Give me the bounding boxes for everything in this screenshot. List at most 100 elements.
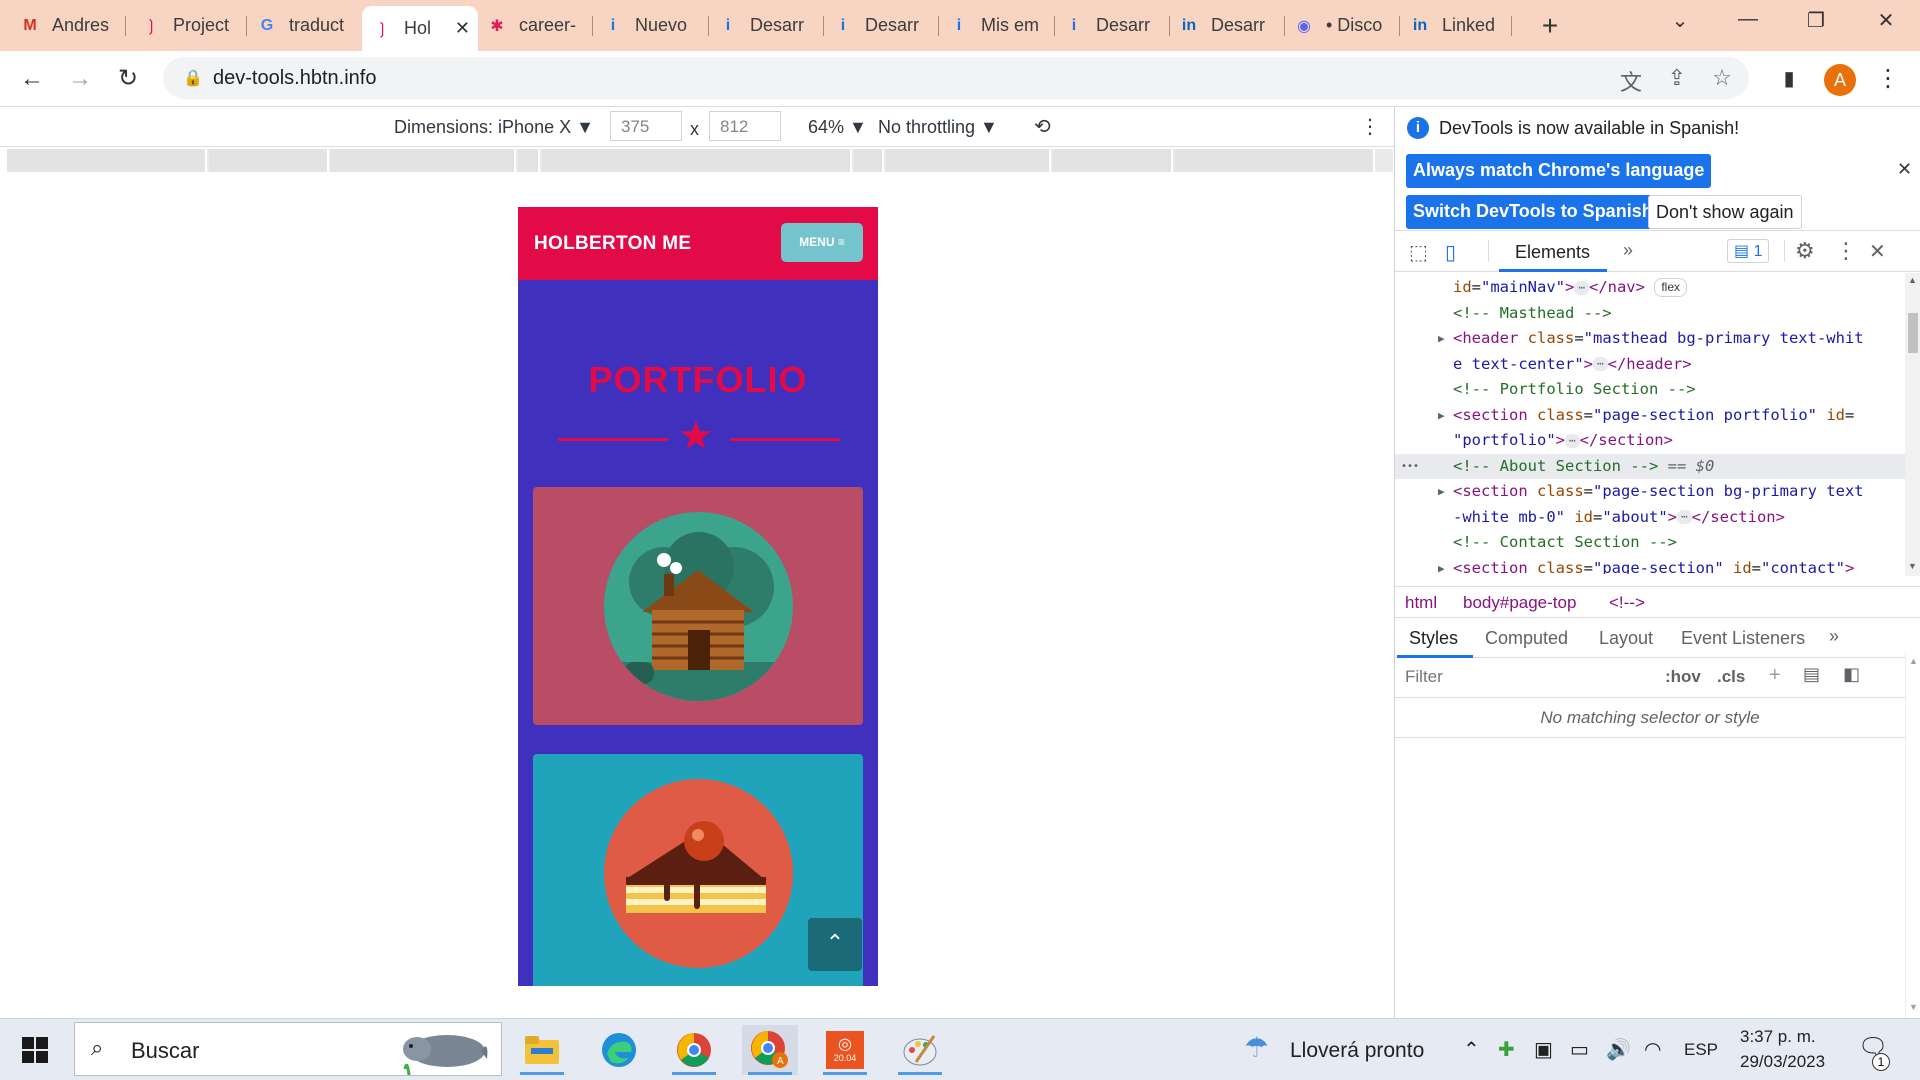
dont-show-again-button[interactable]: Don't show again xyxy=(1648,195,1802,229)
restore-button[interactable]: ❐ xyxy=(1796,8,1836,33)
tab-4[interactable]: ✱ career- xyxy=(477,8,593,43)
always-match-language-button[interactable]: Always match Chrome's language xyxy=(1406,154,1712,188)
infobar-close-icon[interactable]: ✕ xyxy=(1897,159,1912,180)
switch-to-spanish-button[interactable]: Switch DevTools to Spanish xyxy=(1406,195,1660,229)
dom-node-line[interactable]: ▶ <section class="page-section" id="conta… xyxy=(1395,556,1905,575)
dom-node-line[interactable]: ▶ <section class="page-section portfolio"… xyxy=(1395,403,1905,428)
dom-node-line[interactable]: <!-- Masthead --> xyxy=(1395,301,1905,326)
bookmark-star-icon[interactable]: ☆ xyxy=(1708,65,1736,91)
dom-node-line[interactable]: ▶ <header class="masthead bg-primary text… xyxy=(1395,326,1905,351)
windows-start-icon[interactable] xyxy=(22,1037,48,1068)
new-rule-icon[interactable]: + xyxy=(1769,664,1781,687)
tab-2[interactable]: Gtraduct xyxy=(247,8,363,43)
cls-toggle[interactable]: .cls xyxy=(1717,667,1745,687)
tab-1[interactable]: ❳ Project xyxy=(131,8,247,43)
hov-toggle[interactable]: :hov xyxy=(1665,667,1701,687)
weather-rain-icon[interactable]: ☂ xyxy=(1244,1031,1269,1064)
chrome-menu-icon[interactable]: ⋮ xyxy=(1872,63,1904,95)
tab-layout[interactable]: Layout xyxy=(1599,628,1653,649)
dom-scrollbar[interactable]: ▲ ▼ xyxy=(1905,273,1920,576)
tab-5[interactable]: i Nuevo xyxy=(593,8,709,43)
tab-close-icon[interactable]: ✕ xyxy=(455,18,470,39)
chrome-icon[interactable] xyxy=(666,1025,722,1075)
tab-9[interactable]: i Desarr xyxy=(1054,8,1170,43)
paint-brush-icon[interactable]: ▤ xyxy=(1803,664,1820,685)
new-tab-button[interactable]: + xyxy=(1535,10,1565,42)
collapsed-content-ellipsis[interactable]: ⋯ xyxy=(1593,357,1608,371)
edge-icon[interactable] xyxy=(591,1025,647,1075)
media-query-ruler[interactable] xyxy=(7,149,1393,172)
close-devtools-icon[interactable]: ✕ xyxy=(1869,239,1886,264)
styles-scrollbar[interactable]: ▲ ▼ xyxy=(1905,652,1920,1018)
breadcrumb-html[interactable]: html xyxy=(1405,593,1437,613)
dom-node-line[interactable]: ▶ <section class="page-section bg-primary… xyxy=(1395,479,1905,504)
back-button[interactable]: ← xyxy=(16,63,48,95)
side-panel-icon[interactable]: ▮ xyxy=(1773,63,1805,95)
breadcrumb-body[interactable]: body#page-top xyxy=(1463,593,1576,613)
device-dimensions-select[interactable]: Dimensions: iPhone X ▼ xyxy=(394,117,594,138)
device-more-icon[interactable]: ⋮ xyxy=(1360,114,1380,139)
devtools-more-icon[interactable]: ⋮ xyxy=(1835,238,1857,264)
chrome-profile-icon[interactable]: A xyxy=(742,1025,798,1075)
tab-styles[interactable]: Styles xyxy=(1409,628,1458,649)
dom-node-line[interactable]: -white mb-0" id="about"> ⋯ </section> xyxy=(1395,505,1905,530)
dom-node-line[interactable]: <!-- Contact Section --> xyxy=(1395,530,1905,555)
taskbar-search[interactable]: ⌕ Buscar xyxy=(74,1022,502,1076)
tab-event-listeners[interactable]: Event Listeners xyxy=(1681,628,1805,649)
throttling-select[interactable]: No throttling ▼ xyxy=(878,117,998,138)
battery-icon[interactable]: ▭ xyxy=(1570,1037,1589,1062)
dom-node-line[interactable]: "portfolio"> ⋯ </section> xyxy=(1395,428,1905,453)
zoom-select[interactable]: 64% ▼ xyxy=(808,117,867,138)
more-style-tabs-icon[interactable]: » xyxy=(1829,626,1839,647)
volume-icon[interactable]: 🔊 xyxy=(1606,1037,1631,1062)
collapsed-content-ellipsis[interactable]: ⋯ xyxy=(1574,280,1589,295)
styles-filter-input[interactable] xyxy=(1399,663,1603,691)
tab-elements[interactable]: Elements xyxy=(1515,242,1590,263)
device-height-input[interactable]: 812 xyxy=(709,111,781,141)
node-actions-icon[interactable]: ••• xyxy=(1401,454,1419,479)
tab-computed[interactable]: Computed xyxy=(1485,628,1568,649)
tab-10[interactable]: in Desarr xyxy=(1169,8,1285,43)
expand-triangle-icon[interactable]: ▶ xyxy=(1438,556,1445,575)
site-brand[interactable]: HOLBERTON ME xyxy=(534,233,691,255)
clock-time[interactable]: 3:37 p. m. xyxy=(1740,1027,1816,1047)
expand-triangle-icon[interactable]: ▶ xyxy=(1438,479,1445,504)
scroll-to-top-button[interactable]: ⌃ xyxy=(808,918,862,971)
close-window-button[interactable]: ✕ xyxy=(1866,8,1906,33)
settings-gear-icon[interactable]: ⚙ xyxy=(1795,238,1815,264)
tab-search-icon[interactable]: ⌄ xyxy=(1660,8,1700,33)
forward-button[interactable]: → xyxy=(64,63,96,95)
expand-triangle-icon[interactable]: ▶ xyxy=(1438,326,1445,351)
tray-network-card-icon[interactable]: ▣ xyxy=(1534,1037,1553,1062)
more-tabs-icon[interactable]: » xyxy=(1623,240,1633,261)
translate-icon[interactable]: 文 xyxy=(1617,65,1645,97)
dom-node-line[interactable]: id="mainNav"> ⋯ </nav> flex xyxy=(1395,275,1905,300)
tab-6[interactable]: i Desarr xyxy=(708,8,824,43)
tab-11[interactable]: ◉ • Disco xyxy=(1284,8,1400,43)
rotate-icon[interactable]: ⟲ xyxy=(1034,114,1051,139)
collapsed-content-ellipsis[interactable]: ⋯ xyxy=(1677,510,1692,524)
share-icon[interactable]: ⇪ xyxy=(1663,65,1691,91)
dom-node-line[interactable]: <!-- Portfolio Section --> xyxy=(1395,377,1905,402)
toggle-sidebar-icon[interactable]: ◧ xyxy=(1843,664,1860,685)
tab-0[interactable]: M Andres xyxy=(10,8,126,43)
profile-avatar[interactable]: A xyxy=(1824,64,1856,96)
reload-button[interactable]: ↻ xyxy=(112,63,144,95)
show-hidden-icons-chevron-icon[interactable]: ⌃ xyxy=(1463,1037,1480,1062)
file-explorer-icon[interactable] xyxy=(514,1025,570,1075)
tab-3[interactable]: ❳ Hol ✕ xyxy=(362,6,478,51)
device-toggle-icon[interactable]: ▯ xyxy=(1445,240,1456,265)
issues-badge[interactable]: ▤ 1 xyxy=(1727,239,1770,263)
tab-12[interactable]: in Linked xyxy=(1400,8,1512,43)
tab-7[interactable]: i Desarr xyxy=(823,8,939,43)
collapsed-content-ellipsis[interactable]: ⋯ xyxy=(1565,433,1580,448)
weather-text[interactable]: Lloverá pronto xyxy=(1290,1039,1424,1063)
language-indicator[interactable]: ESP xyxy=(1684,1040,1718,1060)
inspect-element-icon[interactable]: ⬚ xyxy=(1409,240,1428,265)
portfolio-item-cabin[interactable] xyxy=(533,487,863,725)
flex-badge[interactable]: flex xyxy=(1654,278,1688,297)
minimize-button[interactable]: — xyxy=(1728,8,1768,31)
device-width-input[interactable]: 375 xyxy=(610,111,682,141)
address-bar[interactable]: 🔒 dev-tools.hbtn.info 文 ⇪ ☆ xyxy=(163,57,1749,99)
paint-icon[interactable] xyxy=(892,1025,948,1075)
